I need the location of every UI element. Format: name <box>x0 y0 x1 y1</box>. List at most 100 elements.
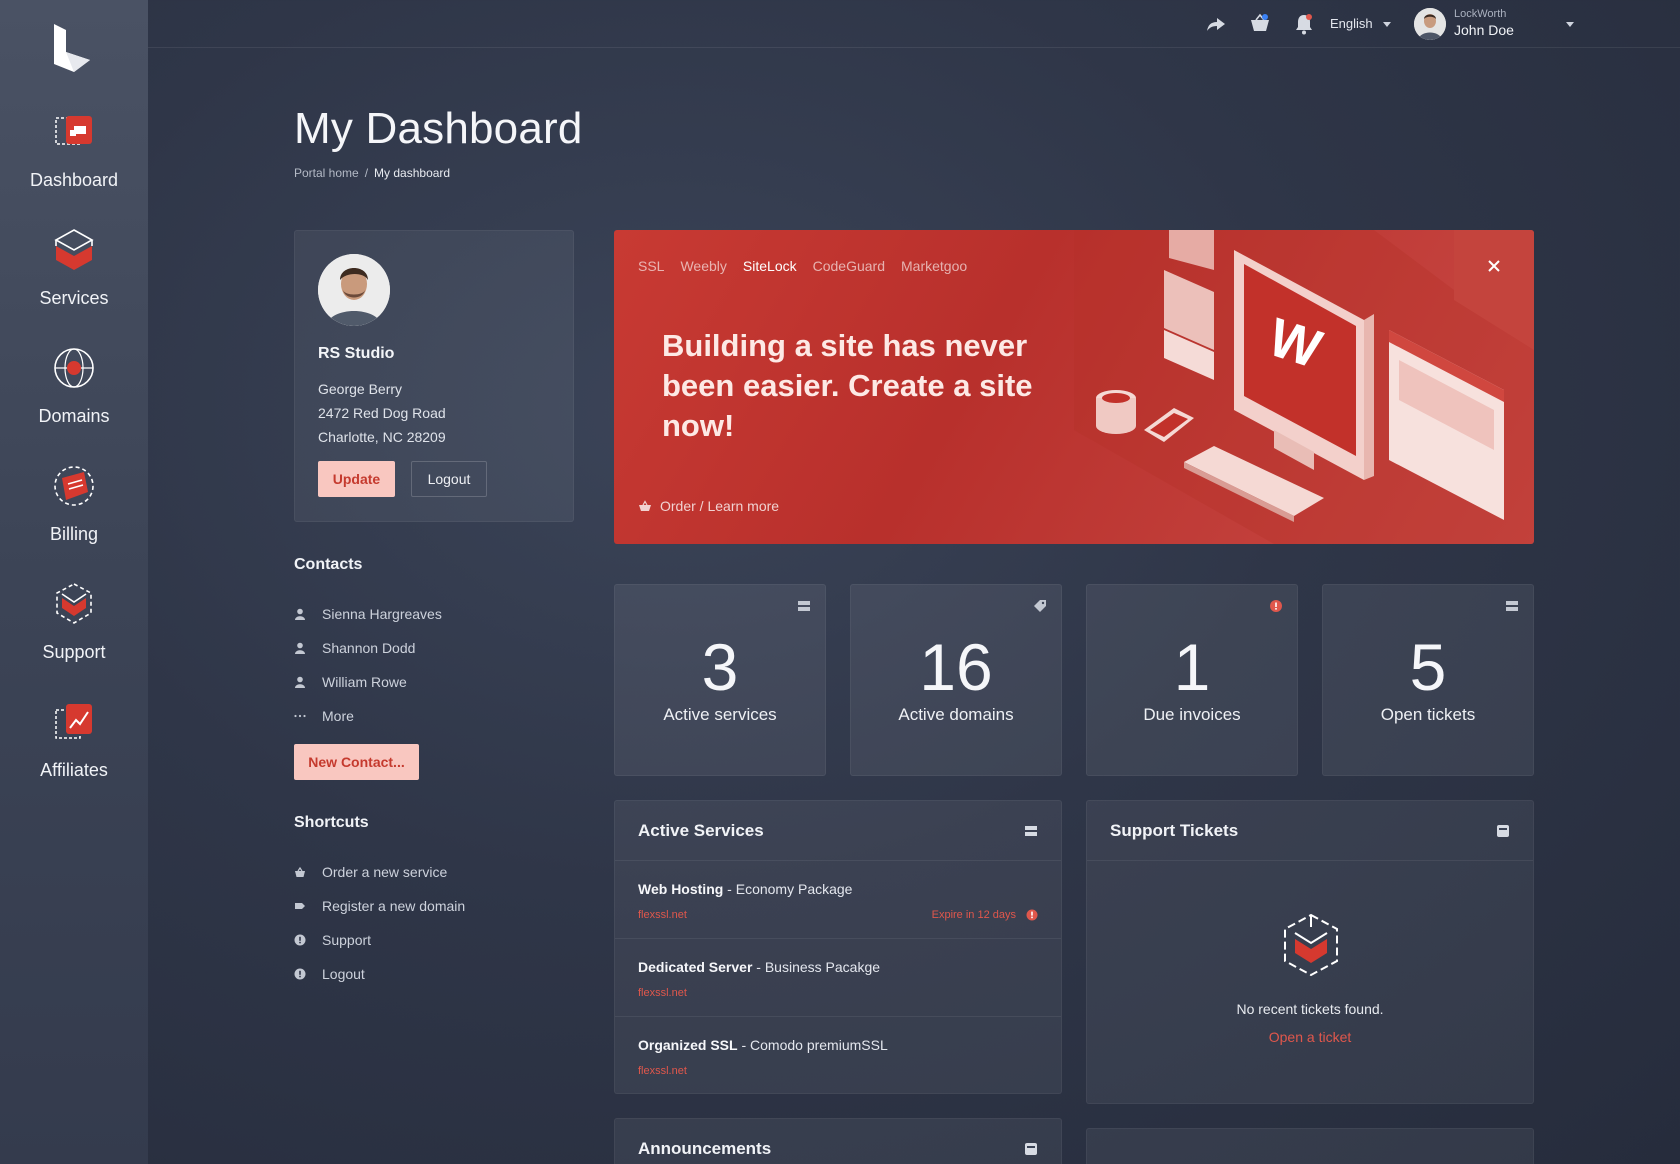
alert-circle-icon <box>1270 600 1282 612</box>
cart-badge-dot <box>1262 14 1268 20</box>
announcements-title: Announcements <box>638 1139 772 1158</box>
update-button[interactable]: Update <box>318 461 395 497</box>
contacts-more[interactable]: More <box>294 708 354 724</box>
bell-icon[interactable] <box>1292 12 1316 36</box>
banner-cta-label: Order / Learn more <box>660 498 780 514</box>
banner-cta-link[interactable]: Order / Learn more <box>638 498 779 514</box>
support-tickets-header: Support Tickets <box>1087 801 1533 861</box>
shortcut-support[interactable]: Support <box>294 932 371 948</box>
nav-support-label: Support <box>42 642 106 662</box>
nav-services[interactable]: Services <box>0 226 148 336</box>
cart-icon[interactable] <box>1248 12 1272 36</box>
close-icon[interactable] <box>1486 258 1502 274</box>
nav-domains[interactable]: Domains <box>0 344 148 454</box>
promo-banner: W SSL Weebly SiteLock CodeGuard Marketgo… <box>614 230 1534 544</box>
topbar: English LockWorth John Doe <box>148 0 1680 48</box>
computer-illustration: W <box>1074 230 1534 544</box>
logout-button[interactable]: Logout <box>411 461 487 497</box>
banner-headline: Building a site has never been easier. C… <box>662 328 1033 443</box>
user-menu[interactable]: LockWorth John Doe <box>1454 8 1574 38</box>
banner-tab-marketgoo[interactable]: Marketgoo <box>901 258 967 274</box>
profile-city: Charlotte, NC 28209 <box>318 429 446 445</box>
service-domain[interactable]: flexssl.net <box>638 987 1038 999</box>
stat-value: 1 <box>1173 630 1211 704</box>
nav-support[interactable]: Support <box>0 580 148 690</box>
nav-affiliates[interactable]: Affiliates <box>0 698 148 808</box>
active-services-header: Active Services <box>615 801 1061 861</box>
service-row[interactable]: Web Hosting - Economy Package flexssl.ne… <box>615 861 1061 939</box>
user-avatar[interactable] <box>1414 8 1446 40</box>
nav-affiliates-label: Affiliates <box>40 760 108 780</box>
banner-tab-codeguard[interactable]: CodeGuard <box>813 258 885 274</box>
service-expire-warning: Expire in 12 days <box>932 909 1038 921</box>
banner-tab-ssl[interactable]: SSL <box>638 258 664 274</box>
nav-services-label: Services <box>39 288 109 308</box>
banner-tab-sitelock[interactable]: SiteLock <box>743 258 797 274</box>
person-icon <box>294 608 306 620</box>
breadcrumb-separator: / <box>364 166 369 180</box>
shortcut-register-domain[interactable]: Register a new domain <box>294 898 465 914</box>
services-icon <box>54 229 94 270</box>
inbox-icon[interactable] <box>1496 824 1510 838</box>
billing-icon <box>54 466 94 506</box>
basket-icon <box>294 866 306 878</box>
shortcuts-title: Shortcuts <box>294 814 369 831</box>
announcements-panel: Announcements <box>614 1118 1062 1164</box>
service-row[interactable]: Organized SSL - Comodo premiumSSL flexss… <box>615 1017 1061 1093</box>
contact-name: William Rowe <box>322 674 407 690</box>
profile-avatar <box>318 254 390 326</box>
inbox-icon[interactable] <box>1024 1142 1038 1156</box>
empty-tickets-icon <box>1284 913 1338 977</box>
open-ticket-link[interactable]: Open a ticket <box>1087 1029 1533 1045</box>
share-icon[interactable] <box>1204 12 1228 36</box>
contact-item[interactable]: William Rowe <box>294 674 407 690</box>
breadcrumb-home-link[interactable]: Portal home <box>294 166 359 180</box>
breadcrumb-current: My dashboard <box>374 166 451 180</box>
person-icon <box>294 676 306 688</box>
page-title: My Dashboard <box>294 104 583 153</box>
stat-due-invoices[interactable]: 1 Due invoices <box>1086 584 1298 776</box>
stat-label: Active domains <box>898 705 1014 724</box>
alert-circle-icon <box>294 968 306 980</box>
banner-tabs: SSL Weebly SiteLock CodeGuard Marketgoo <box>638 258 967 274</box>
stat-value: 3 <box>701 630 739 704</box>
user-avatar-image <box>1414 8 1446 40</box>
nav-dashboard[interactable]: Dashboard <box>0 108 148 218</box>
announcements-header: Announcements <box>615 1119 1061 1164</box>
stat-label: Due invoices <box>1143 705 1241 724</box>
shortcut-label: Logout <box>322 966 365 982</box>
contact-name: Sienna Hargreaves <box>322 606 442 622</box>
contact-item[interactable]: Shannon Dodd <box>294 640 415 656</box>
banner-tab-weebly[interactable]: Weebly <box>680 258 726 274</box>
more-dots-icon <box>294 710 306 722</box>
person-icon <box>294 642 306 654</box>
service-row[interactable]: Dedicated Server - Business Pacakge flex… <box>615 939 1061 1017</box>
tag-icon <box>294 900 306 912</box>
shortcut-logout[interactable]: Logout <box>294 966 365 982</box>
support-tickets-panel: Support Tickets No recent tickets found.… <box>1086 800 1534 1104</box>
empty-tickets-message: No recent tickets found. <box>1236 1001 1384 1017</box>
language-selector[interactable]: English <box>1330 16 1391 31</box>
stat-value: 16 <box>919 630 993 704</box>
service-name: Organized SSL - Comodo premiumSSL <box>638 1037 888 1053</box>
brand-logo[interactable] <box>50 22 98 74</box>
shortcut-label: Support <box>322 932 372 948</box>
domains-icon <box>54 348 94 388</box>
active-services-panel: Active Services Web Hosting - Economy Pa… <box>614 800 1062 1094</box>
stat-active-domains[interactable]: 16 Active domains <box>850 584 1062 776</box>
stat-open-tickets[interactable]: 5 Open tickets <box>1322 584 1534 776</box>
shortcut-order-service[interactable]: Order a new service <box>294 864 447 880</box>
contact-item[interactable]: Sienna Hargreaves <box>294 606 442 622</box>
new-contact-button[interactable]: New Contact... <box>294 744 419 780</box>
nav-billing[interactable]: Billing <box>0 462 148 572</box>
stat-label: Active services <box>663 705 777 724</box>
alert-circle-icon <box>294 934 306 946</box>
stat-active-services[interactable]: 3 Active services <box>614 584 826 776</box>
server-icon[interactable] <box>1024 824 1038 838</box>
service-name: Dedicated Server - Business Pacakge <box>638 959 881 975</box>
stat-label: Open tickets <box>1380 705 1476 724</box>
tag-icon <box>1034 600 1046 612</box>
alert-circle-icon <box>1026 909 1038 921</box>
service-domain[interactable]: flexssl.net <box>638 1065 1038 1077</box>
breadcrumb: Portal home / My dashboard <box>294 166 450 180</box>
